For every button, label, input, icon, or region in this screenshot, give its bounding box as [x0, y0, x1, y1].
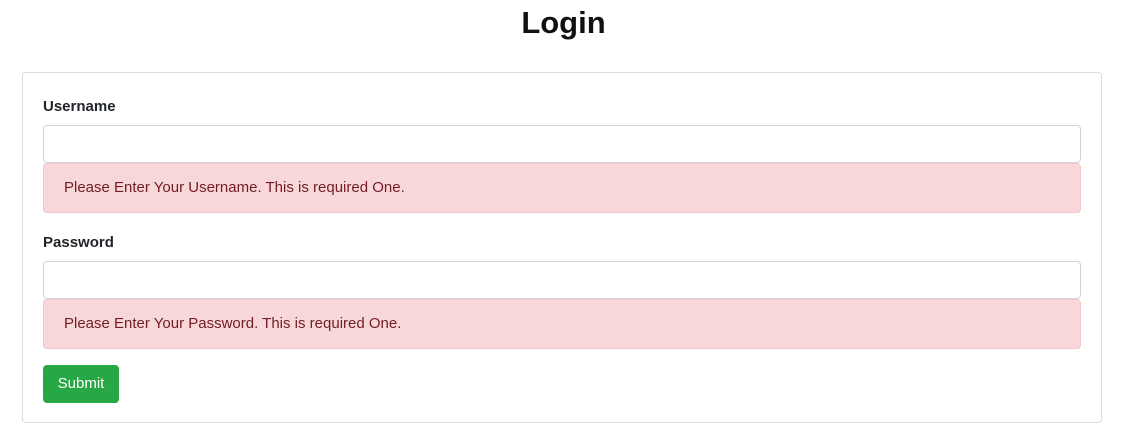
username-error-alert: Please Enter Your Username. This is requ…	[43, 163, 1081, 213]
password-input[interactable]	[43, 261, 1081, 299]
password-label: Password	[43, 234, 114, 251]
submit-button[interactable]: Submit	[43, 365, 119, 403]
username-label: Username	[43, 98, 116, 115]
username-input[interactable]	[43, 125, 1081, 163]
page-title: Login	[521, 5, 606, 40]
login-form: Username Please Enter Your Username. Thi…	[22, 72, 1102, 423]
password-error-alert: Please Enter Your Password. This is requ…	[43, 299, 1081, 349]
